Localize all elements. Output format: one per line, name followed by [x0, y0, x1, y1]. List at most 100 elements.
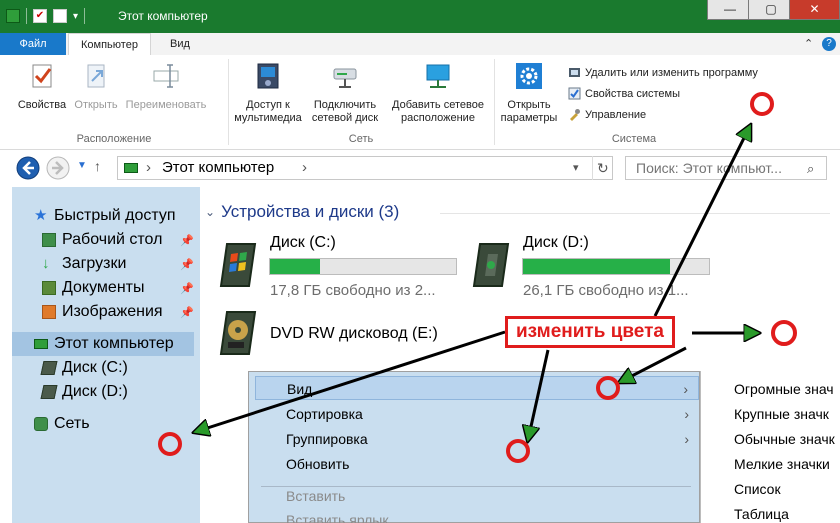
- network-drive-icon: [333, 68, 357, 88]
- customize-toolbar-icon[interactable]: ▾: [73, 11, 78, 22]
- address-field[interactable]: › Этот компьютер › ▾ ↻: [117, 156, 613, 180]
- menu-item-view[interactable]: Вид ›: [255, 376, 699, 400]
- system-properties-link[interactable]: Свойства системы: [568, 87, 680, 100]
- drive-c-name: Диск (C:): [270, 234, 336, 251]
- open-button[interactable]: Открыть: [70, 61, 122, 112]
- submenu-item-large-icons[interactable]: Крупные значк: [734, 406, 829, 422]
- maximize-button[interactable]: ▢: [748, 0, 794, 20]
- toolbar-divider: [84, 8, 86, 24]
- quick-access-toolbar: ✔ ▾: [6, 8, 86, 24]
- properties-button[interactable]: Свойства: [16, 61, 68, 112]
- network-icon: [34, 417, 48, 431]
- drive-d-usage-fill: [523, 259, 670, 274]
- breadcrumb-chevron-icon[interactable]: ›: [146, 157, 151, 179]
- pictures-icon: [42, 305, 56, 319]
- menu-item-paste[interactable]: Вставить: [249, 484, 699, 508]
- help-icon[interactable]: ?: [822, 37, 836, 51]
- manage-label: Управление: [585, 108, 647, 121]
- annotation-label: изменить цвета: [505, 316, 675, 348]
- sidebar-item-downloads[interactable]: ↓ Загрузки: [42, 255, 126, 273]
- toolbar-divider: [26, 8, 27, 24]
- pin-icon[interactable]: 📌: [180, 234, 194, 247]
- ribbon-collapse-icon[interactable]: ⌃: [804, 37, 813, 50]
- add-network-location-button[interactable]: Добавить сетевое расположение: [385, 61, 491, 125]
- submenu-item-huge-icons[interactable]: Огромные знач: [734, 381, 834, 397]
- breadcrumb-this-pc[interactable]: Этот компьютер: [162, 157, 274, 179]
- devices-section-header[interactable]: ⌄ Устройства и диски (3): [205, 202, 399, 222]
- uninstall-label: Удалить или изменить программу: [585, 66, 758, 79]
- manage-link[interactable]: Управление: [568, 108, 646, 121]
- breadcrumb-chevron-icon[interactable]: ›: [302, 157, 307, 179]
- tab-file[interactable]: Файл: [0, 33, 66, 55]
- submenu-arrow-icon: ›: [684, 431, 689, 447]
- media-label-1: Доступ к: [246, 99, 290, 111]
- tab-view[interactable]: Вид: [158, 33, 202, 55]
- menu-item-label: Вид: [287, 381, 313, 397]
- menu-item-sort[interactable]: Сортировка ›: [249, 402, 699, 426]
- sidebar-item-quick-access[interactable]: ★ Быстрый доступ: [34, 207, 176, 225]
- sidebar-item-label: Рабочий стол: [62, 231, 163, 248]
- menu-item-group[interactable]: Группировка ›: [249, 427, 699, 451]
- sidebar-item-desktop[interactable]: Рабочий стол: [42, 231, 162, 249]
- desktop-icon: [42, 233, 56, 247]
- rename-icon: [153, 64, 179, 88]
- up-arrow-icon[interactable]: ↑: [94, 158, 101, 174]
- properties-check-icon[interactable]: ✔: [33, 9, 47, 23]
- sidebar-item-disk-c[interactable]: Диск (C:): [40, 359, 128, 377]
- submenu-item-small-icons[interactable]: Мелкие значки: [734, 456, 830, 472]
- menu-item-label: Сортировка: [286, 406, 363, 422]
- pin-icon[interactable]: 📌: [180, 258, 194, 271]
- search-input[interactable]: [625, 156, 827, 180]
- view-submenu: Огромные знач Крупные значк Обычные знач…: [700, 371, 840, 523]
- submenu-item-table[interactable]: Таблица: [734, 506, 789, 522]
- menu-item-refresh[interactable]: Обновить: [249, 452, 699, 476]
- properties-label: Свойства: [17, 99, 67, 111]
- refresh-icon[interactable]: ↻: [597, 157, 609, 179]
- sidebar-item-network[interactable]: Сеть: [34, 415, 90, 433]
- sidebar-item-disk-d[interactable]: Диск (D:): [40, 383, 128, 401]
- params-label-2: параметры: [500, 112, 558, 124]
- recent-locations-icon[interactable]: ▼: [77, 160, 87, 171]
- pin-icon[interactable]: 📌: [180, 306, 194, 319]
- media-access-button[interactable]: Доступ к мультимедиа: [228, 61, 308, 125]
- hard-drive-icon: [40, 385, 58, 399]
- group-location-label: Расположение: [76, 133, 152, 145]
- hard-drive-icon: [40, 361, 58, 375]
- tab-computer[interactable]: Компьютер: [68, 33, 151, 55]
- computer-icon[interactable]: [6, 9, 20, 23]
- collapse-chevron-icon[interactable]: ⌄: [205, 205, 215, 219]
- title-bar: ✔ ▾ Этот компьютер — ▢ ✕: [0, 0, 840, 33]
- star-icon: ★: [34, 207, 48, 224]
- open-settings-button[interactable]: Открыть параметры: [496, 61, 562, 125]
- address-dropdown-icon[interactable]: ▾: [573, 157, 579, 179]
- devices-section-title: Устройства и диски (3): [221, 202, 400, 221]
- menu-item-paste-shortcut[interactable]: Вставить ярлык: [249, 508, 699, 523]
- rename-button[interactable]: Переименовать: [122, 61, 210, 112]
- dvd-drive-name: DVD RW дисковод (E:): [270, 325, 438, 342]
- sidebar-item-this-pc[interactable]: Этот компьютер: [12, 332, 194, 356]
- submenu-arrow-icon: ›: [684, 406, 689, 422]
- sidebar-item-label: Этот компьютер: [54, 335, 174, 352]
- computer-icon: [124, 163, 138, 173]
- pin-icon[interactable]: 📌: [180, 282, 194, 295]
- search-icon[interactable]: ⌕: [807, 161, 814, 177]
- hard-drive-icon: [472, 243, 510, 287]
- drive-d-free-space: 26,1 ГБ свободно из 1...: [523, 282, 689, 299]
- sidebar-item-pictures[interactable]: Изображения: [42, 303, 163, 321]
- map-network-drive-button[interactable]: Подключить сетевой диск: [306, 61, 384, 125]
- submenu-item-list[interactable]: Список: [734, 481, 781, 497]
- close-button[interactable]: ✕: [789, 0, 840, 20]
- minimize-button[interactable]: —: [707, 0, 753, 20]
- media-label-2: мультимедиа: [234, 112, 302, 124]
- submenu-item-regular-icons[interactable]: Обычные значк: [734, 431, 835, 447]
- dvd-drive-icon: [219, 311, 257, 355]
- back-button[interactable]: [16, 156, 40, 180]
- sidebar-item-documents[interactable]: Документы: [42, 279, 144, 297]
- menu-item-label: Обновить: [286, 456, 350, 472]
- context-menu: Вид › Сортировка › Группировка › Обновит…: [248, 371, 700, 523]
- open-icon: [87, 64, 105, 88]
- new-folder-icon[interactable]: [53, 9, 67, 23]
- uninstall-program-link[interactable]: Удалить или изменить программу: [568, 66, 758, 79]
- drive-d-name: Диск (D:): [523, 234, 589, 251]
- forward-button[interactable]: [46, 156, 70, 180]
